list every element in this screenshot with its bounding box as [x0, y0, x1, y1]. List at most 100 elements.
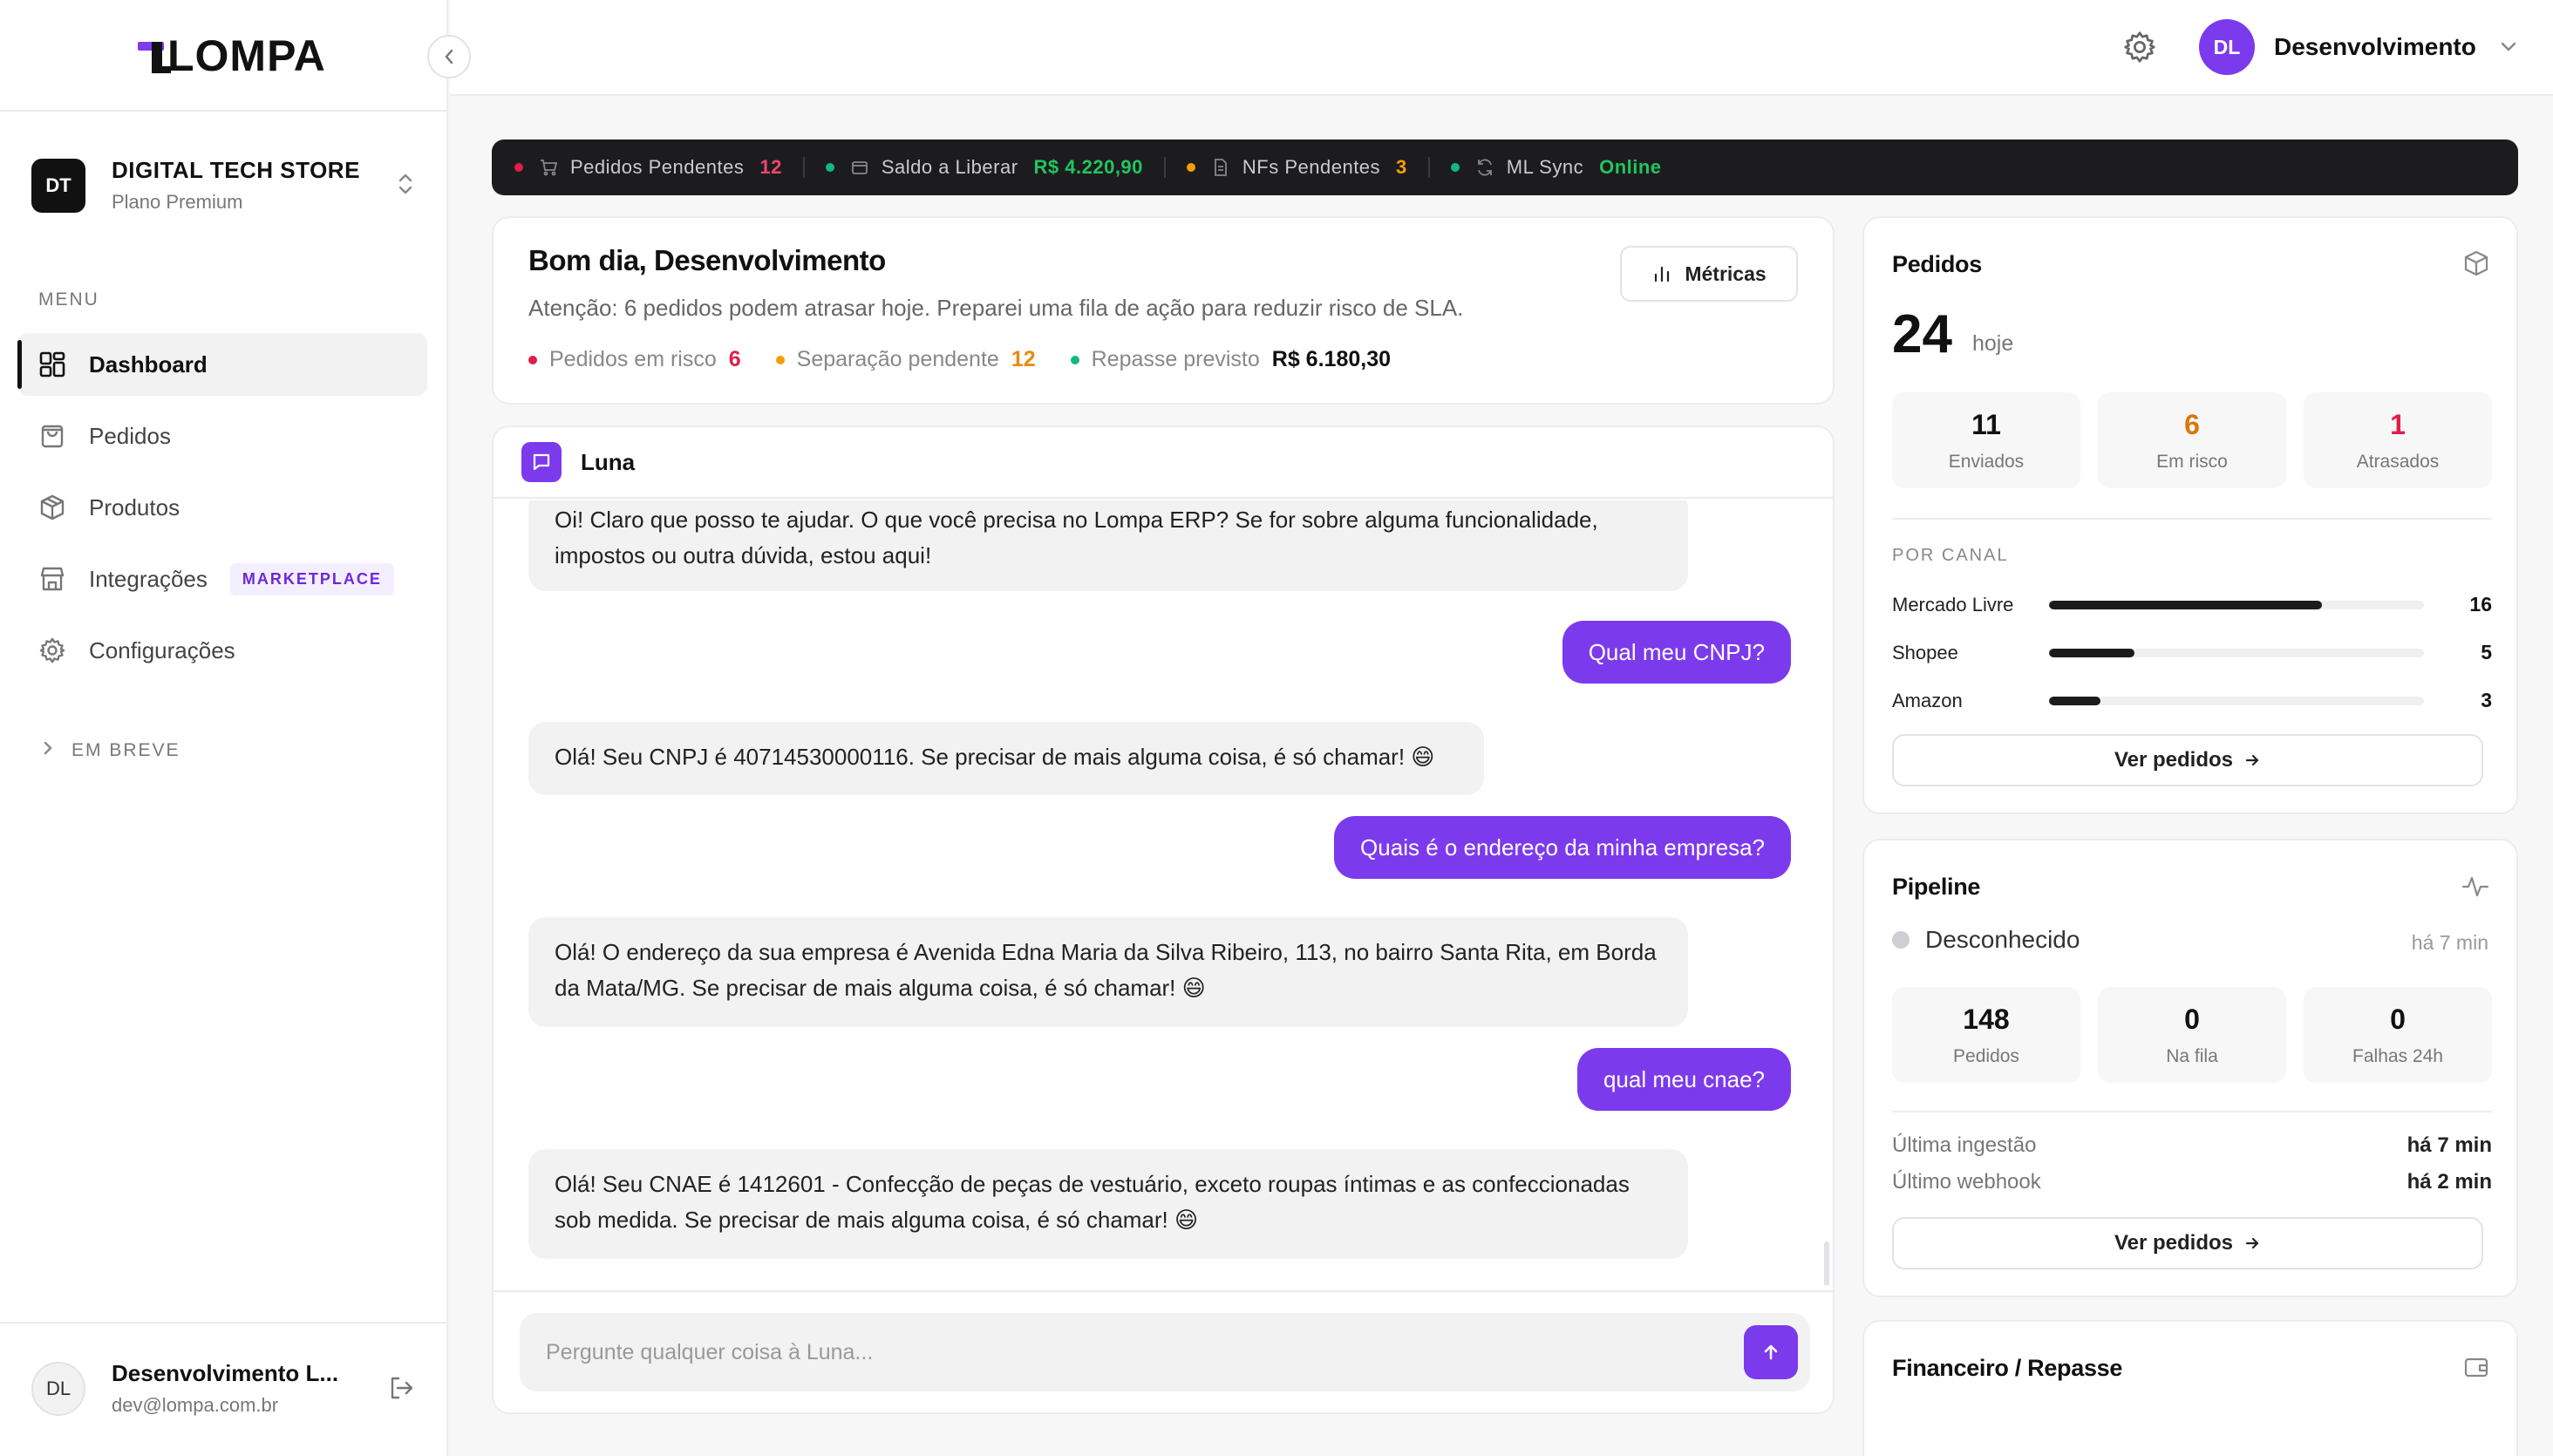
status-dot — [1892, 931, 1910, 949]
status-nfs-pendentes[interactable]: NFs Pendentes 3 — [1186, 156, 1407, 179]
store-switcher[interactable]: DT DIGITAL TECH STORE Plano Premium — [31, 157, 415, 214]
sidebar-item-configuracoes[interactable]: Configurações — [17, 619, 427, 682]
lompa-logo[interactable]: LOMPA — [138, 30, 326, 82]
status-saldo-a-liberar[interactable]: Saldo a Liberar R$ 4.220,90 — [825, 156, 1143, 179]
arrow-up-icon — [1764, 1344, 1778, 1360]
activity-icon — [2461, 872, 2490, 906]
file-icon — [1211, 158, 1230, 177]
pipeline-tiles: 148 Pedidos 0 Na fila 0 Falhas 24h — [1892, 987, 2492, 1083]
settings-gear-icon[interactable] — [2122, 30, 2157, 69]
stat-value: 6 — [728, 347, 741, 371]
user-message: qual meu cnae? — [1576, 1048, 1791, 1111]
pedidos-total-label: hoje — [1972, 331, 2014, 356]
stat-label: Pedidos em risco — [549, 347, 717, 371]
send-button[interactable] — [1744, 1325, 1798, 1379]
channel-row: Mercado Livre 16 — [1892, 581, 2492, 629]
tile-em-risco[interactable]: 6 Em risco — [2098, 392, 2286, 488]
channel-bar-track — [2049, 696, 2424, 705]
sidebar-item-produtos[interactable]: Produtos — [17, 476, 427, 539]
status-dot — [514, 163, 523, 172]
store-avatar: DT — [31, 158, 85, 213]
stat-label: Repasse previsto — [1091, 347, 1260, 371]
por-canal-label: POR CANAL — [1892, 546, 2009, 565]
channel-value: 16 — [2469, 593, 2492, 616]
status-label: Pedidos Pendentes — [570, 156, 745, 178]
sidebar-divider — [0, 110, 448, 112]
chat-scrollbar[interactable] — [1824, 1242, 1829, 1285]
tile-label: Atrasados — [2356, 451, 2440, 472]
user-menu[interactable]: DL Desenvolvimento — [2199, 19, 2518, 75]
tile-label: Falhas 24h — [2352, 1045, 2443, 1066]
channel-value: 3 — [2481, 689, 2492, 711]
collapse-sidebar-button[interactable] — [427, 35, 471, 78]
status-pedidos-pendentes[interactable]: Pedidos Pendentes 12 — [514, 156, 782, 179]
logout-icon[interactable] — [387, 1374, 415, 1406]
tile-label: Na fila — [2166, 1045, 2218, 1066]
sidebar-item-pedidos[interactable]: Pedidos — [17, 405, 427, 467]
pedidos-total: 24 — [1892, 304, 1952, 364]
chevron-down-icon — [2499, 36, 2518, 58]
pedidos-card: Pedidos 24 hoje 11 Enviados 6 Em risco 1… — [1862, 216, 2518, 814]
tile-na-fila: 0 Na fila — [2098, 987, 2286, 1083]
pipeline-title: Pipeline — [1892, 874, 1981, 900]
channel-bar — [2049, 648, 2134, 657]
wallet-icon — [2462, 1353, 2490, 1385]
status-value: 12 — [759, 156, 782, 178]
cart-icon — [539, 158, 558, 177]
tile-value: 1 — [2390, 408, 2406, 440]
stat-repasse-previsto: Repasse previsto R$ 6.180,30 — [1070, 347, 1391, 372]
shopping-bag-icon — [38, 422, 66, 450]
tile-value: 6 — [2184, 408, 2200, 440]
chevron-left-icon — [445, 49, 453, 65]
status-value: R$ 4.220,90 — [1033, 156, 1143, 178]
chevron-up-down-icon[interactable] — [396, 171, 415, 197]
channel-bar — [2049, 696, 2100, 705]
financeiro-title: Financeiro / Repasse — [1892, 1355, 2123, 1381]
sidebar-item-label: Dashboard — [89, 350, 208, 378]
ver-pedidos-button[interactable]: Ver pedidos — [1892, 734, 2483, 786]
em-breve-toggle[interactable]: EM BREVE — [42, 739, 180, 762]
sidebar-item-dashboard[interactable]: Dashboard — [17, 333, 427, 396]
bar-chart-icon — [1655, 266, 1670, 282]
status-label: Saldo a Liberar — [881, 156, 1018, 178]
metrics-button-label: Métricas — [1685, 262, 1767, 285]
ver-pedidos-button[interactable]: Ver pedidos — [1892, 1217, 2483, 1269]
chat-bubble-icon — [521, 442, 562, 482]
divider — [1892, 518, 2492, 520]
arrow-right-icon — [2245, 754, 2259, 766]
channel-name: Shopee — [1892, 641, 1958, 663]
sidebar-item-integracoes[interactable]: Integrações MARKETPLACE — [17, 548, 427, 610]
sidebar-nav: Dashboard Pedidos Produtos Integrações M… — [17, 333, 427, 691]
chat-header: Luna — [494, 427, 1833, 499]
user-profile[interactable]: DL Desenvolvimento L... dev@lompa.com.br — [31, 1360, 415, 1417]
store-plan: Plano Premium — [112, 191, 243, 213]
channel-list: Mercado Livre 16 Shopee 5 Amazon 3 — [1892, 581, 2492, 725]
tile-value: 11 — [1971, 408, 2001, 440]
sidebar-item-label: Produtos — [89, 493, 180, 520]
chat-input[interactable]: Pergunte qualquer coisa à Luna... — [520, 1313, 1810, 1391]
metrics-button[interactable]: Métricas — [1620, 246, 1798, 302]
store-icon — [38, 565, 66, 593]
status-label: NFs Pendentes — [1242, 156, 1381, 178]
user-message: Quais é o endereço da minha empresa? — [1334, 816, 1791, 879]
status-separator — [1427, 157, 1430, 178]
channel-row: Amazon 3 — [1892, 677, 2492, 725]
pipeline-row-ultima-ingestao: Última ingestão há 7 min — [1892, 1133, 2492, 1158]
tile-enviados[interactable]: 11 Enviados — [1892, 392, 2080, 488]
tile-value: 0 — [2184, 1003, 2200, 1035]
chat-messages[interactable]: Oi! Claro que posso te ajudar. O que voc… — [494, 500, 1833, 1285]
status-ml-sync[interactable]: ML Sync Online — [1450, 156, 1662, 179]
tile-pedidos: 148 Pedidos — [1892, 987, 2080, 1083]
dashboard-icon — [38, 350, 66, 378]
tile-label: Enviados — [1948, 451, 2025, 472]
pedidos-title: Pedidos — [1892, 251, 1982, 277]
user-menu-name: Desenvolvimento — [2274, 33, 2476, 60]
greeting-card: Bom dia, Desenvolvimento Atenção: 6 pedi… — [492, 216, 1835, 405]
tile-atrasados[interactable]: 1 Atrasados — [2304, 392, 2492, 488]
wallet-icon — [850, 158, 869, 177]
bot-message: Oi! Claro que posso te ajudar. O que voc… — [528, 500, 1688, 591]
logo-text: LOMPA — [167, 31, 326, 80]
gear-icon — [38, 636, 66, 664]
pipeline-row-ultimo-webhook: Último webhook há 2 min — [1892, 1170, 2492, 1194]
tile-value: 0 — [2390, 1003, 2406, 1035]
